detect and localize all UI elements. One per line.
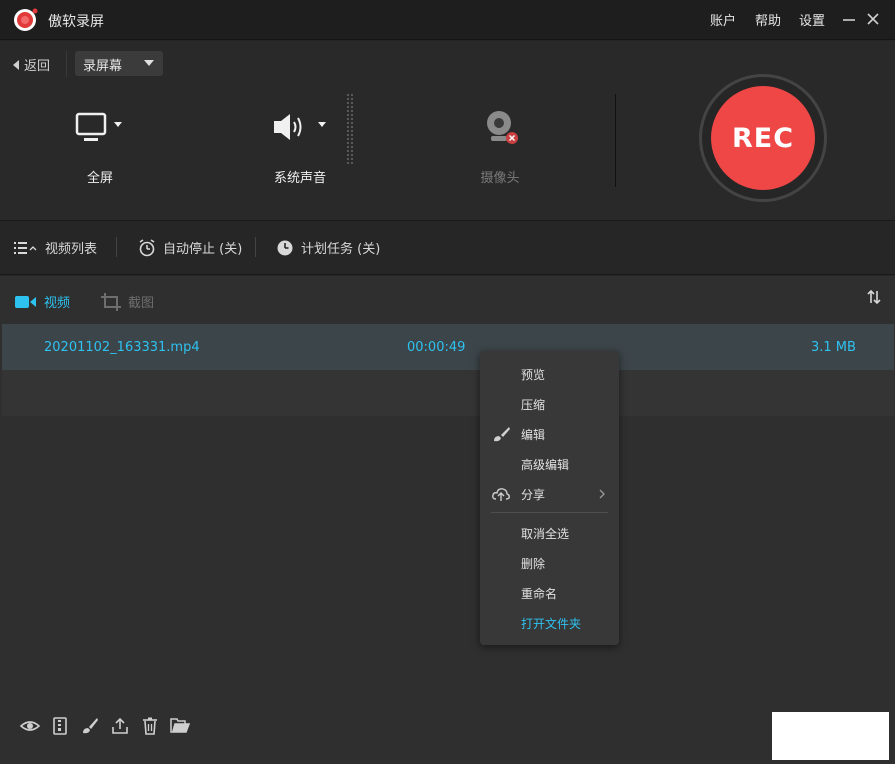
menu-item-label: 分享 bbox=[521, 488, 546, 502]
source-fullscreen[interactable]: 全屏 bbox=[50, 86, 150, 206]
menu-item-preview[interactable]: 预览 bbox=[480, 359, 619, 389]
record-mode-select[interactable]: 录屏幕 bbox=[75, 51, 163, 76]
auto-stop-button[interactable]: 自动停止 (关) bbox=[138, 238, 242, 257]
chevron-down-icon bbox=[144, 60, 154, 66]
crop-icon bbox=[101, 292, 121, 311]
menu-item-label: 取消全选 bbox=[521, 527, 570, 541]
folder-icon[interactable] bbox=[170, 716, 190, 736]
menu-item-label: 编辑 bbox=[521, 428, 546, 442]
source-system-audio-label: 系统声音 bbox=[273, 171, 326, 186]
cloud-upload-icon bbox=[492, 488, 510, 501]
brush-icon[interactable] bbox=[80, 716, 100, 736]
tab-video[interactable]: 视频 bbox=[15, 292, 70, 311]
trash-icon[interactable] bbox=[140, 716, 160, 736]
source-fullscreen-label: 全屏 bbox=[86, 171, 113, 186]
speaker-icon bbox=[274, 114, 326, 140]
list-icon bbox=[14, 241, 37, 254]
schedule-task-label: 计划任务 (关) bbox=[301, 242, 381, 257]
context-menu: 预览 压缩 编辑 高级编辑 分享 取消全选 删除 重命名 打开文件夹 bbox=[480, 351, 619, 645]
minimize-button[interactable] bbox=[840, 10, 858, 28]
toolbar: 视频列表 自动停止 (关) 计划任务 (关) bbox=[0, 222, 895, 275]
divider bbox=[116, 237, 117, 257]
tab-video-label: 视频 bbox=[44, 296, 71, 311]
tab-screenshot-label: 截图 bbox=[128, 296, 155, 311]
empty-row bbox=[2, 370, 894, 416]
rec-label: REC bbox=[711, 86, 815, 190]
record-mode-label: 录屏幕 bbox=[83, 59, 123, 74]
divider bbox=[255, 237, 256, 257]
menu-item-label: 高级编辑 bbox=[521, 458, 570, 472]
menu-item-share[interactable]: 分享 bbox=[480, 479, 619, 509]
file-duration: 00:00:49 bbox=[407, 340, 466, 355]
rec-button[interactable]: REC bbox=[699, 74, 827, 202]
menu-item-edit[interactable]: 编辑 bbox=[480, 419, 619, 449]
chevron-right-icon bbox=[599, 489, 605, 499]
schedule-task-button[interactable]: 计划任务 (关) bbox=[276, 238, 380, 257]
menu-item-deselect-all[interactable]: 取消全选 bbox=[480, 518, 619, 548]
volume-meter bbox=[347, 94, 355, 166]
source-camera[interactable]: 摄像头 bbox=[450, 86, 550, 206]
file-size: 3.1 MB bbox=[811, 340, 856, 355]
divider bbox=[66, 51, 67, 77]
sort-icon[interactable] bbox=[866, 289, 882, 305]
table-row[interactable]: 20201102_163331.mp4 00:00:49 3.1 MB bbox=[2, 324, 894, 370]
close-button[interactable] bbox=[864, 10, 882, 28]
menu-item-advanced-edit[interactable]: 高级编辑 bbox=[480, 449, 619, 479]
webcam-icon bbox=[487, 111, 518, 144]
file-name: 20201102_163331.mp4 bbox=[44, 340, 200, 355]
video-list-label: 视频列表 bbox=[45, 242, 98, 257]
back-arrow-icon bbox=[13, 59, 19, 70]
eye-icon[interactable] bbox=[20, 716, 40, 736]
menu-item-label: 压缩 bbox=[521, 398, 546, 412]
menu-item-label: 预览 bbox=[521, 368, 546, 382]
source-camera-label: 摄像头 bbox=[480, 171, 520, 186]
menu-item-rename[interactable]: 重命名 bbox=[480, 578, 619, 608]
monitor-icon bbox=[75, 112, 122, 141]
help-link[interactable]: 帮助 bbox=[755, 10, 781, 29]
compress-icon[interactable] bbox=[50, 716, 70, 736]
brush-icon bbox=[494, 427, 510, 442]
menu-item-label: 打开文件夹 bbox=[521, 617, 582, 631]
tab-screenshot[interactable]: 截图 bbox=[101, 292, 154, 311]
clock-icon bbox=[277, 240, 293, 255]
settings-link[interactable]: 设置 bbox=[799, 10, 825, 29]
alarm-clock-icon bbox=[139, 238, 155, 256]
bottom-action-bar bbox=[20, 716, 190, 736]
divider bbox=[615, 94, 616, 187]
app-logo-icon bbox=[14, 8, 38, 31]
blank-overlay bbox=[772, 712, 889, 760]
auto-stop-label: 自动停止 (关) bbox=[163, 242, 243, 257]
menu-item-label: 重命名 bbox=[521, 587, 558, 601]
file-list-panel: 视频 截图 20201102_163331.mp4 00:00:49 3.1 M… bbox=[0, 276, 895, 764]
back-label: 返回 bbox=[24, 59, 51, 74]
menu-item-compress[interactable]: 压缩 bbox=[480, 389, 619, 419]
upload-icon[interactable] bbox=[110, 716, 130, 736]
menu-item-open-folder[interactable]: 打开文件夹 bbox=[480, 608, 619, 638]
back-button[interactable]: 返回 bbox=[12, 55, 50, 74]
source-system-audio[interactable]: 系统声音 bbox=[250, 86, 350, 206]
menu-item-label: 删除 bbox=[521, 557, 546, 571]
video-camera-icon bbox=[15, 295, 36, 308]
menu-divider bbox=[491, 512, 608, 513]
video-list-toggle[interactable]: 视频列表 bbox=[14, 238, 97, 257]
title-bar: 傲软录屏 账户 帮助 设置 bbox=[0, 0, 895, 40]
menu-item-delete[interactable]: 删除 bbox=[480, 548, 619, 578]
app-title: 傲软录屏 bbox=[48, 14, 104, 30]
recording-panel: 返回 录屏幕 全屏 系统声音 摄像头 REC bbox=[0, 41, 895, 221]
account-link[interactable]: 账户 bbox=[710, 10, 736, 29]
